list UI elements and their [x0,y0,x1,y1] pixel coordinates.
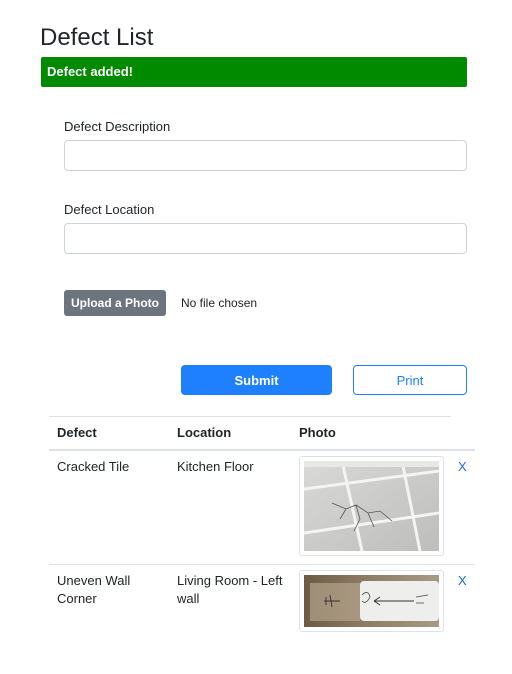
row-defect-cell: Cracked Tile [57,459,130,474]
defect-description-label: Defect Description [64,119,171,134]
row-location-cell: Kitchen Floor [177,459,254,474]
defect-description-input[interactable] [64,140,467,171]
row-defect-cell: Uneven Wall Corner [57,573,131,606]
column-header-location: Location [177,425,232,440]
column-header-photo: Photo [299,425,336,440]
table-header-border [49,449,475,451]
cracked-tile-photo[interactable] [299,456,444,556]
print-button[interactable]: Print [353,365,467,395]
file-status-text: No file chosen [181,296,258,310]
delete-row-button[interactable]: X [458,573,467,588]
wall-corner-photo[interactable] [299,570,444,632]
row-divider [49,564,475,565]
cracked-tile-photo-image [304,461,439,551]
success-alert: Defect added! [41,57,467,87]
page-title: Defect List [40,24,154,51]
submit-button[interactable]: Submit [181,365,332,395]
row-location-cell: Living Room - Left wall [177,573,283,606]
defect-location-input[interactable] [64,223,467,254]
upload-photo-button[interactable]: Upload a Photo [64,290,166,316]
wall-corner-photo-image [304,575,439,627]
table-top-border [49,416,451,417]
defect-location-label: Defect Location [64,202,155,217]
column-header-defect: Defect [57,425,97,440]
delete-row-button[interactable]: X [458,459,467,474]
